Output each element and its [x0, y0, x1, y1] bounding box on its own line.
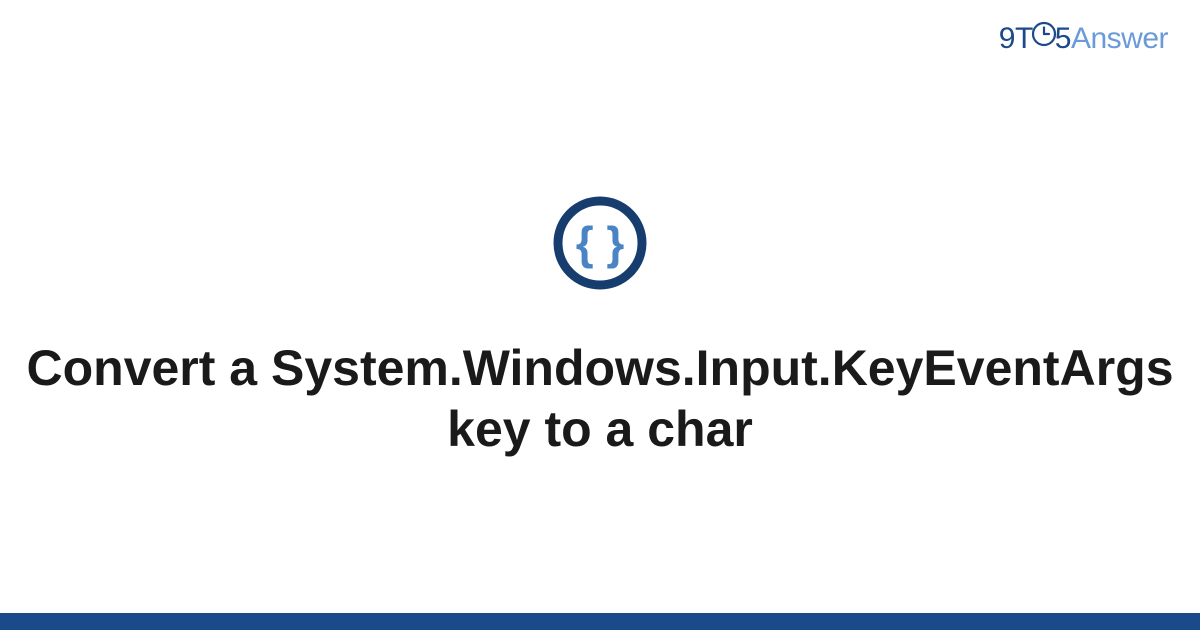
svg-text:{ }: { }	[576, 217, 625, 269]
page-title: Convert a System.Windows.Input.KeyEventA…	[10, 338, 1190, 460]
footer-accent-bar	[0, 613, 1200, 630]
braces-icon: { }	[552, 195, 648, 296]
main-content: { } Convert a System.Windows.Input.KeyEv…	[0, 0, 1200, 615]
